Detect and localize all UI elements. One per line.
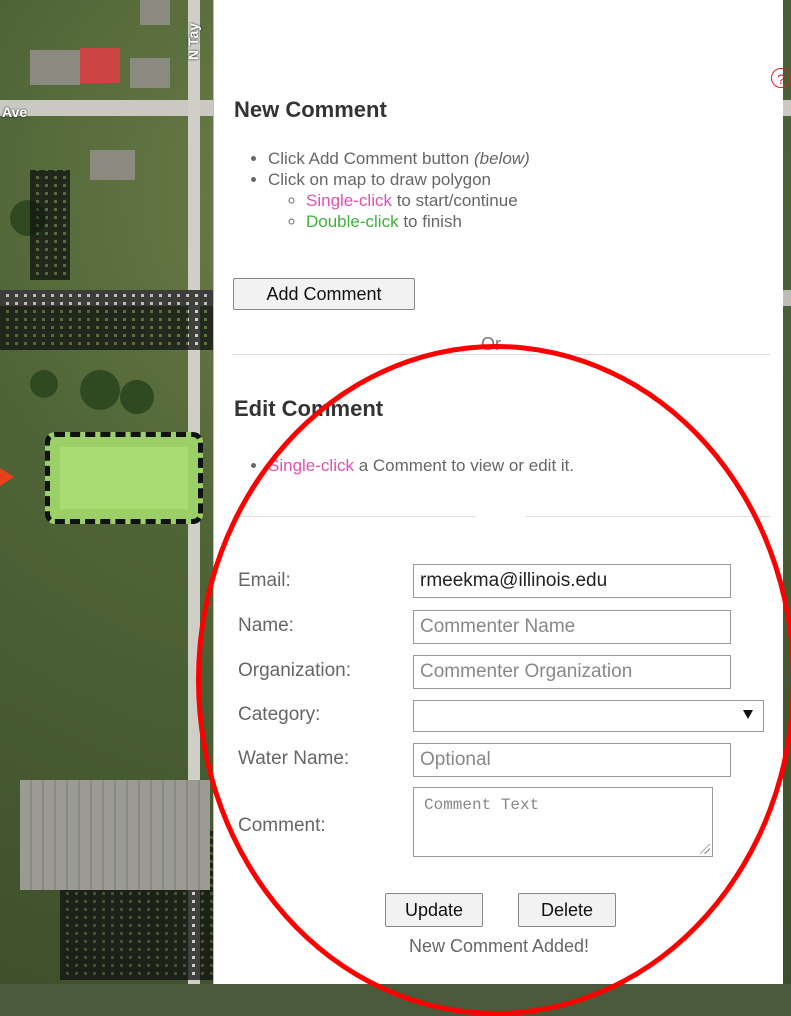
building (130, 58, 170, 88)
update-button[interactable]: Update (385, 893, 483, 927)
pointer-arrow-icon (0, 468, 14, 486)
list-item: Single-click a Comment to view or edit i… (268, 455, 574, 476)
building (140, 0, 170, 25)
divider (238, 516, 476, 517)
single-click-highlight: Single-click (268, 456, 354, 475)
step1-text: Click Add Comment button (268, 149, 474, 168)
street-label: Ave (2, 104, 28, 120)
new-comment-instructions: Click Add Comment button (below) Click o… (234, 148, 530, 232)
comment-panel: ? New Comment Click Add Comment button (… (213, 0, 791, 984)
single-click-highlight: Single-click (306, 191, 392, 210)
map-noise (30, 170, 70, 280)
list-item: Single-click to start/continue (306, 190, 530, 211)
edit-comment-title: Edit Comment (234, 396, 384, 421)
add-comment-button[interactable]: Add Comment (233, 278, 415, 310)
water-name-label: Water Name: (238, 748, 350, 769)
building (80, 48, 120, 83)
step2-text: Click on map to draw polygon (268, 170, 492, 189)
map-noise (0, 290, 213, 350)
email-field[interactable]: rmeekma@illinois.edu (413, 564, 731, 598)
step1-note: (below) (473, 149, 530, 168)
divider (526, 516, 770, 517)
category-select[interactable] (413, 700, 764, 732)
or-label: Or (481, 334, 501, 354)
status-message: New Comment Added! (408, 936, 590, 956)
building (90, 150, 135, 180)
tree (120, 380, 154, 414)
comment-polygon[interactable] (45, 432, 203, 524)
comment-placeholder: Comment Text (424, 796, 540, 814)
list-item: Double-click to finish (306, 211, 530, 232)
sub2-text: to finish (398, 212, 462, 231)
delete-button[interactable]: Delete (518, 893, 616, 927)
email-label: Email: (238, 570, 291, 591)
parking-lot (20, 780, 210, 890)
comment-textarea[interactable]: Comment Text (413, 787, 713, 857)
organization-label: Organization: (238, 660, 352, 681)
help-icon[interactable]: ? (771, 68, 791, 88)
water-name-field[interactable]: Optional (413, 743, 731, 777)
comment-label: Comment: (238, 815, 326, 836)
dropdown-arrow-icon (743, 710, 753, 719)
divider (232, 354, 770, 355)
new-comment-title: New Comment (234, 97, 387, 122)
resize-grip-icon[interactable] (700, 844, 710, 854)
sub1-text: to start/continue (391, 191, 518, 210)
name-label: Name: (238, 615, 294, 636)
edit-comment-instructions: Single-click a Comment to view or edit i… (234, 455, 574, 476)
list-item: Click on map to draw polygon Single-clic… (268, 169, 530, 232)
double-click-highlight: Double-click (306, 212, 399, 231)
tree (80, 370, 120, 410)
name-field[interactable]: Commenter Name (413, 610, 731, 644)
organization-field[interactable]: Commenter Organization (413, 655, 731, 689)
street-label: N Tay (185, 22, 201, 60)
building (30, 50, 80, 85)
tree (30, 370, 58, 398)
list-item: Click Add Comment button (below) (268, 148, 530, 169)
edit-hint-text: a Comment to view or edit it. (353, 456, 575, 475)
category-label: Category: (238, 704, 321, 725)
